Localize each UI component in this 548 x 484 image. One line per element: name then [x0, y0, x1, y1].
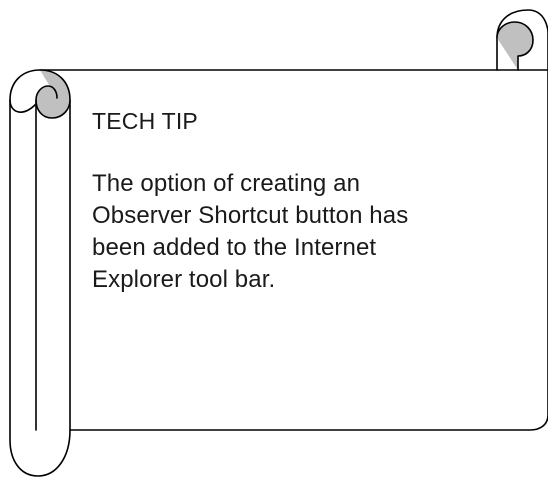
tech-tip-line: been added to the Internet — [92, 234, 377, 261]
tech-tip-body: The option of creating an Observer Short… — [92, 168, 512, 296]
tech-tip-line: Observer Shortcut button has — [92, 202, 409, 229]
tech-tip-title: TECH TIP — [92, 108, 198, 134]
top-right-curl — [496, 21, 534, 71]
tech-tip-line: Explorer tool bar. — [92, 266, 276, 293]
left-curl — [35, 69, 71, 119]
tech-tip-line: The option of creating an — [92, 170, 361, 197]
